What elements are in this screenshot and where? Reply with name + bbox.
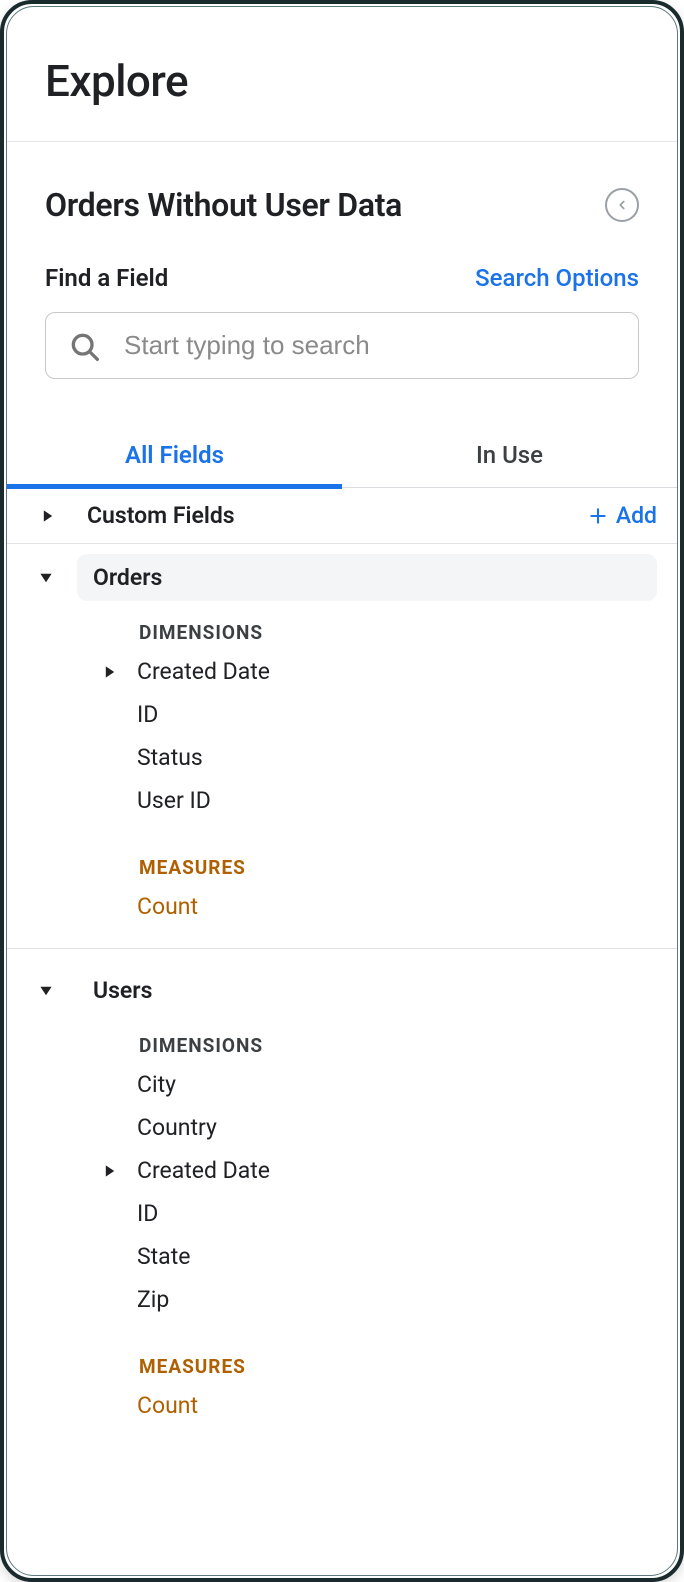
measure-field[interactable]: Count <box>7 885 677 928</box>
measures-header: MEASURES <box>7 1345 677 1384</box>
dimension-field[interactable]: City <box>7 1063 677 1106</box>
field-label: State <box>137 1243 190 1270</box>
field-label: Count <box>137 1392 198 1419</box>
field-label: Created Date <box>137 658 270 685</box>
field-label: Status <box>137 744 203 771</box>
caret-right-icon <box>99 665 121 679</box>
dimensions-header: DIMENSIONS <box>7 1024 677 1063</box>
search-input[interactable] <box>122 329 616 362</box>
field-label: Created Date <box>137 1157 270 1184</box>
view-group-label: Orders <box>77 554 657 601</box>
caret-down-icon <box>39 571 53 585</box>
add-label: Add <box>616 502 657 529</box>
dimension-field[interactable]: ID <box>7 693 677 736</box>
caret-right-icon <box>99 1164 121 1178</box>
plus-icon <box>588 506 608 526</box>
dimension-field[interactable]: State <box>7 1235 677 1278</box>
chevron-left-icon <box>615 198 629 212</box>
search-icon <box>68 330 100 362</box>
add-custom-field-button[interactable]: Add <box>588 502 657 529</box>
field-label: City <box>137 1071 176 1098</box>
dimension-field[interactable]: User ID <box>7 779 677 822</box>
dimensions-header: DIMENSIONS <box>7 611 677 650</box>
page-title: Explore <box>45 55 639 107</box>
dimension-field[interactable]: Created Date <box>7 1149 677 1192</box>
search-options-link[interactable]: Search Options <box>475 264 639 292</box>
dimension-field[interactable]: Zip <box>7 1278 677 1321</box>
tab-in-use[interactable]: In Use <box>342 441 677 487</box>
view-group-label: Users <box>77 967 657 1014</box>
custom-fields-label: Custom Fields <box>87 502 580 529</box>
dimension-field[interactable]: ID <box>7 1192 677 1235</box>
view-group-orders[interactable]: Orders <box>7 544 677 611</box>
measures-header: MEASURES <box>7 846 677 885</box>
collapse-panel-button[interactable] <box>605 188 639 222</box>
field-label: Country <box>137 1114 217 1141</box>
caret-right-icon <box>39 509 57 523</box>
field-label: Zip <box>137 1286 169 1313</box>
dimension-field[interactable]: Status <box>7 736 677 779</box>
dimension-field[interactable]: Created Date <box>7 650 677 693</box>
view-group-users[interactable]: Users <box>7 957 677 1024</box>
find-field-label: Find a Field <box>45 264 168 292</box>
caret-down-icon <box>39 984 53 998</box>
explore-title: Orders Without User Data <box>45 186 402 224</box>
field-label: Count <box>137 893 198 920</box>
field-label: ID <box>137 701 158 728</box>
custom-fields-row[interactable]: Custom Fields Add <box>7 488 677 544</box>
field-label: ID <box>137 1200 158 1227</box>
field-label: User ID <box>137 787 211 814</box>
dimension-field[interactable]: Country <box>7 1106 677 1149</box>
search-field-container[interactable] <box>45 312 639 379</box>
measure-field[interactable]: Count <box>7 1384 677 1427</box>
tab-all-fields[interactable]: All Fields <box>7 441 342 487</box>
